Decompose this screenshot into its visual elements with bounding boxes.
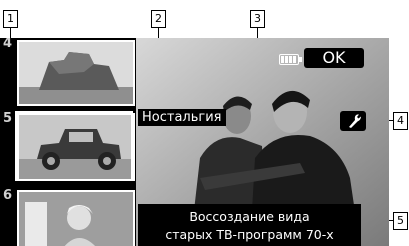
thumbnail-portrait[interactable]	[17, 190, 135, 246]
portrait-image	[19, 192, 133, 246]
callout-1: 1	[3, 10, 18, 28]
description-line-2: старых ТВ-программ 70-х	[165, 227, 334, 242]
desert-image	[19, 42, 133, 104]
description-line-1: Воссоздание вида	[189, 209, 310, 224]
callout-5: 5	[393, 212, 408, 230]
thumbnail-number-6: 6	[3, 188, 13, 203]
effect-description: Воссоздание вида старых ТВ-программ 70-х	[138, 204, 361, 246]
wrench-icon	[349, 114, 361, 128]
callout-2: 2	[151, 10, 166, 28]
callout-3: 3	[250, 10, 265, 28]
thumbnail-number-4: 4	[3, 38, 13, 51]
callout-4: 4	[393, 112, 408, 130]
thumbnail-sidebar: 4 5 6	[0, 38, 136, 246]
thumbnail-desert[interactable]	[17, 40, 135, 106]
settings-button[interactable]	[340, 111, 366, 131]
thumbnail-number-5: 5	[3, 111, 13, 126]
camera-screen: 4 5 6 OK Ностальгия Воссоздание вида ста…	[0, 38, 389, 246]
effect-name-label: Ностальгия	[138, 109, 226, 126]
battery-icon	[279, 54, 302, 65]
ok-button[interactable]: OK	[304, 48, 364, 68]
selected-thumbnail-frame	[15, 111, 133, 181]
